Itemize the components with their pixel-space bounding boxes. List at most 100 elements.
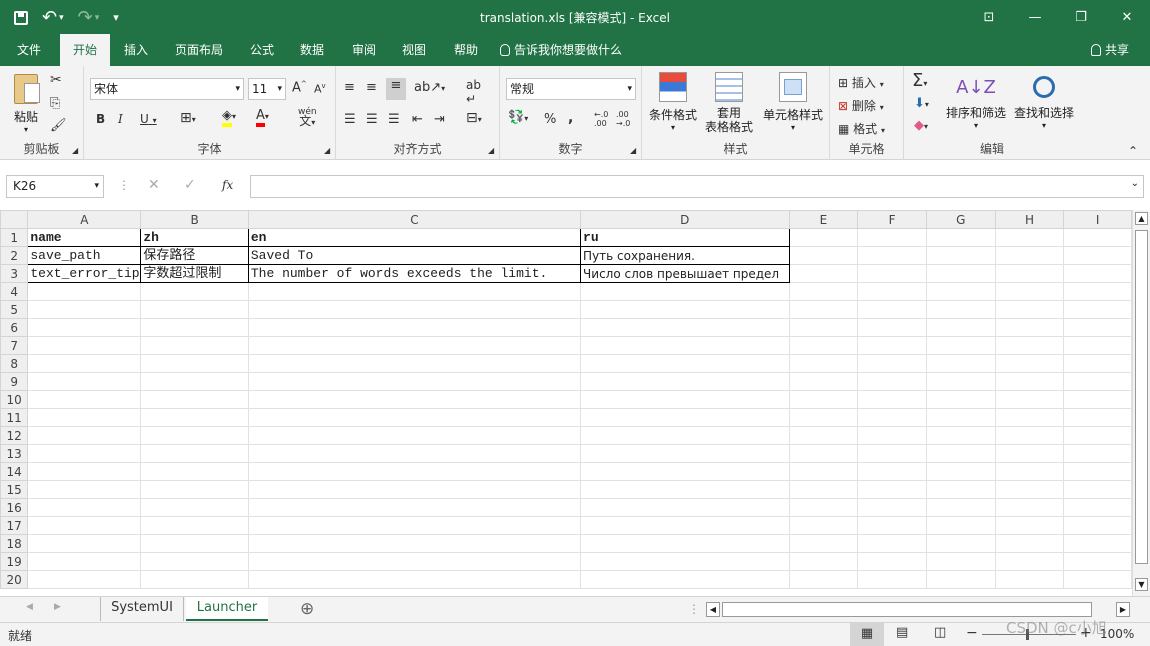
cell[interactable] xyxy=(247,372,582,391)
cell[interactable] xyxy=(27,462,142,481)
cell[interactable] xyxy=(788,300,859,319)
cell[interactable] xyxy=(580,444,790,463)
cell[interactable] xyxy=(994,462,1065,481)
tab-formulas[interactable]: 公式 xyxy=(240,34,284,66)
cell[interactable] xyxy=(27,570,142,589)
row-header[interactable]: 5 xyxy=(0,300,29,319)
row-header[interactable]: 13 xyxy=(0,444,29,463)
cell[interactable] xyxy=(1063,264,1132,283)
borders-icon[interactable]: ⊞▾ xyxy=(180,110,196,126)
select-all-corner[interactable] xyxy=(0,210,29,229)
tab-page-layout[interactable]: 页面布局 xyxy=(166,34,232,66)
row-header[interactable]: 9 xyxy=(0,372,29,391)
scroll-left-icon[interactable]: ◀ xyxy=(706,602,720,617)
row-header[interactable]: 8 xyxy=(0,354,29,373)
cell[interactable] xyxy=(247,318,582,337)
cell[interactable] xyxy=(994,246,1065,265)
row-header[interactable]: 18 xyxy=(0,534,29,553)
cell[interactable] xyxy=(140,480,249,499)
cell[interactable] xyxy=(925,408,996,427)
tab-home[interactable]: 开始 xyxy=(60,34,110,66)
column-header-g[interactable]: G xyxy=(925,210,996,229)
cell[interactable] xyxy=(580,552,790,571)
cell[interactable] xyxy=(857,390,927,409)
column-header-e[interactable]: E xyxy=(788,210,859,229)
cell[interactable] xyxy=(27,354,142,373)
cell[interactable] xyxy=(857,480,927,499)
cell[interactable] xyxy=(1063,426,1132,445)
paste-dropdown-icon[interactable]: ▾ xyxy=(8,125,44,134)
accounting-format-icon[interactable]: 💱▾ xyxy=(508,110,528,125)
cell[interactable] xyxy=(857,534,927,553)
cell[interactable] xyxy=(925,570,996,589)
sheet-tab-launcher[interactable]: Launcher xyxy=(186,597,268,621)
minimize-button[interactable]: — xyxy=(1012,0,1058,34)
cell[interactable] xyxy=(925,264,996,283)
cell[interactable] xyxy=(1063,228,1132,247)
cell[interactable] xyxy=(994,444,1065,463)
cell[interactable] xyxy=(925,444,996,463)
alignment-launcher-icon[interactable]: ◢ xyxy=(488,146,494,155)
cell-b1[interactable]: zh xyxy=(140,228,249,247)
cell[interactable] xyxy=(925,336,996,355)
cell[interactable] xyxy=(857,498,927,517)
cell[interactable] xyxy=(857,462,927,481)
cell[interactable] xyxy=(857,444,927,463)
column-header-b[interactable]: B xyxy=(140,210,249,229)
cell-c1[interactable]: en xyxy=(247,228,582,247)
decrease-decimal-icon[interactable]: .00 →.0 xyxy=(616,110,630,128)
cell[interactable] xyxy=(925,282,996,301)
row-header[interactable]: 10 xyxy=(0,390,29,409)
cell[interactable] xyxy=(247,354,582,373)
row-header[interactable]: 14 xyxy=(0,462,29,481)
cell[interactable] xyxy=(27,552,142,571)
zoom-out-button[interactable]: − xyxy=(966,625,978,641)
cell[interactable] xyxy=(857,264,927,283)
italic-button[interactable]: I xyxy=(118,112,123,126)
increase-indent-icon[interactable]: ⇥ xyxy=(434,112,445,127)
cell-d1[interactable]: ru xyxy=(580,228,790,247)
horizontal-scrollbar[interactable]: ◀ ▶ xyxy=(706,602,1130,617)
cell[interactable] xyxy=(925,462,996,481)
row-header[interactable]: 3 xyxy=(0,264,29,283)
cell[interactable] xyxy=(994,552,1065,571)
cell[interactable] xyxy=(857,552,927,571)
cell[interactable] xyxy=(1063,480,1132,499)
cell[interactable] xyxy=(857,516,927,535)
maximize-button[interactable]: ❐ xyxy=(1058,0,1104,34)
align-middle-icon[interactable]: ≡ xyxy=(366,80,377,95)
cell[interactable] xyxy=(580,372,790,391)
font-size-select[interactable]: 11 ▾ xyxy=(248,78,286,100)
name-box[interactable]: K26 ▾ xyxy=(6,175,104,198)
merge-center-icon[interactable]: ⊟▾ xyxy=(466,110,482,126)
orientation-icon[interactable]: ab↗▾ xyxy=(414,80,445,95)
cell[interactable] xyxy=(27,372,142,391)
cell[interactable] xyxy=(140,570,249,589)
increase-decimal-icon[interactable]: ←.0.00 xyxy=(594,110,608,128)
cancel-icon[interactable]: ✕ xyxy=(148,177,160,193)
cell[interactable] xyxy=(27,282,142,301)
cell[interactable] xyxy=(247,336,582,355)
autosum-icon[interactable]: Σ▾ xyxy=(912,70,927,91)
cell[interactable] xyxy=(994,300,1065,319)
cell[interactable] xyxy=(140,336,249,355)
conditional-formatting-button[interactable]: 条件格式 ▾ xyxy=(646,72,700,132)
cell[interactable] xyxy=(788,408,859,427)
cell[interactable] xyxy=(140,282,249,301)
cell[interactable] xyxy=(994,318,1065,337)
cell[interactable] xyxy=(1063,534,1132,553)
cell[interactable] xyxy=(788,426,859,445)
cell[interactable] xyxy=(994,570,1065,589)
cell[interactable] xyxy=(994,354,1065,373)
row-header[interactable]: 20 xyxy=(0,570,29,589)
cell[interactable] xyxy=(1063,408,1132,427)
cell[interactable] xyxy=(580,498,790,517)
cell[interactable] xyxy=(994,408,1065,427)
tab-insert[interactable]: 插入 xyxy=(114,34,158,66)
cell[interactable] xyxy=(580,462,790,481)
close-button[interactable]: ✕ xyxy=(1104,0,1150,34)
cell[interactable] xyxy=(247,480,582,499)
cell[interactable] xyxy=(580,336,790,355)
align-left-icon[interactable]: ☰ xyxy=(344,112,356,127)
cell[interactable] xyxy=(994,426,1065,445)
